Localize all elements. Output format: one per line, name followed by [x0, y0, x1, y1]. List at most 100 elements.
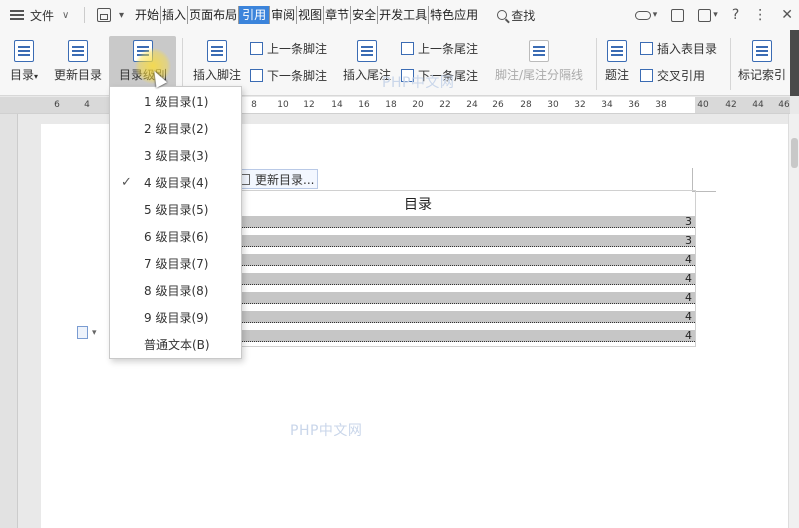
vertical-scrollbar[interactable]	[788, 114, 799, 528]
menu-bar: 文件 ∨ ▾ 开始 插入 页面布局 引用 审阅 视图 章节 安全 开发工具 特色…	[0, 0, 799, 30]
menu-item-level-7[interactable]: 7 级目录(7)	[110, 251, 241, 277]
update-toc-inline-button[interactable]: 更新目录...	[234, 169, 318, 189]
menu-item-level-2[interactable]: 2 级目录(2)	[110, 116, 241, 142]
table-of-contents[interactable]: 目录 3 3 4 4 4 4 4	[232, 190, 696, 347]
toc-entry[interactable]: 3	[241, 234, 695, 247]
ruler-tick: 12	[303, 100, 315, 110]
toc-page-number: 4	[685, 272, 692, 285]
ruler-tick: 26	[492, 100, 504, 110]
divider	[596, 38, 597, 90]
toc-level-menu: 1 级目录(1) 2 级目录(2) 3 级目录(3) ✓ 4 级目录(4) 5 …	[109, 86, 242, 359]
tab-references[interactable]: 引用	[239, 6, 271, 24]
divider	[84, 7, 85, 23]
tab-home[interactable]: 开始	[134, 6, 162, 24]
next-footnote-label: 下一条脚注	[267, 69, 328, 83]
help-icon[interactable]: ?	[732, 7, 739, 23]
menu-item-level-9[interactable]: 9 级目录(9)	[110, 305, 241, 331]
footnote-icon	[207, 40, 227, 62]
menu-item-level-6[interactable]: 6 级目录(6)	[110, 224, 241, 250]
cloud-icon[interactable]	[634, 10, 651, 20]
caption-label: 题注	[604, 68, 629, 82]
toc-label: 目录	[9, 68, 34, 82]
menu-item-plain-text[interactable]: 普通文本(B)	[110, 332, 241, 358]
ruler-tick: 40	[697, 100, 709, 110]
toc-entry[interactable]: 4	[241, 310, 695, 323]
paragraph-options[interactable]: ▾	[77, 326, 97, 339]
tab-page-layout[interactable]: 页面布局	[188, 6, 240, 24]
tab-review[interactable]: 审阅	[270, 6, 298, 24]
menu-item-level-4[interactable]: ✓ 4 级目录(4)	[110, 170, 241, 196]
insert-table-of-figures-button[interactable]: 插入表目录	[640, 40, 717, 57]
prev-endnote-label: 上一条尾注	[418, 42, 479, 56]
ruler-tick: 20	[412, 100, 424, 110]
cross-reference-icon	[640, 69, 653, 82]
mark-index-button[interactable]: 标记索引	[736, 40, 788, 83]
quick-access-dropdown-icon[interactable]: ▾	[119, 10, 124, 21]
checkmark-icon: ✓	[121, 175, 132, 190]
prev-footnote-icon	[250, 42, 263, 55]
tab-special-apps[interactable]: 特色应用	[429, 6, 479, 24]
tab-section[interactable]: 章节	[324, 6, 352, 24]
ruler-tick: 46	[778, 100, 790, 110]
tab-view[interactable]: 视图	[297, 6, 325, 24]
toc-entry[interactable]: 4	[241, 329, 695, 342]
menu-item-level-5[interactable]: 5 级目录(5)	[110, 197, 241, 223]
toc-page-number: 4	[685, 291, 692, 304]
ruler-tick: 18	[385, 100, 397, 110]
export-icon[interactable]	[698, 8, 712, 22]
toc-entry[interactable]: 3	[241, 215, 695, 228]
ruler-tick: 36	[628, 100, 640, 110]
toc-button[interactable]: 目录▾	[6, 40, 42, 83]
file-menu[interactable]: 文件 ∨	[0, 0, 82, 30]
tab-security[interactable]: 安全	[351, 6, 379, 24]
ruler-tick: 6	[54, 100, 60, 110]
separator-icon	[529, 40, 549, 62]
scrollbar-thumb[interactable]	[791, 138, 798, 168]
watermark: PHP中文网	[382, 75, 455, 91]
prev-footnote-button[interactable]: 上一条脚注	[250, 40, 327, 57]
margin-marker	[692, 168, 716, 192]
menu-item-level-1[interactable]: 1 级目录(1)	[110, 89, 241, 115]
ruler-tick: 14	[331, 100, 343, 110]
toc-entry[interactable]: 4	[241, 291, 695, 304]
share-icon[interactable]	[671, 8, 685, 22]
document-icon	[77, 326, 88, 339]
tab-developer[interactable]: 开发工具	[378, 6, 430, 24]
toc-entry[interactable]: 4	[241, 272, 695, 285]
mark-index-icon	[752, 40, 772, 62]
tab-insert[interactable]: 插入	[161, 6, 189, 24]
search-label: 查找	[511, 8, 536, 23]
next-footnote-button[interactable]: 下一条脚注	[250, 67, 327, 84]
update-toc-button[interactable]: 更新目录	[52, 40, 104, 83]
ruler-tick: 4	[84, 100, 90, 110]
toc-icon	[14, 40, 34, 62]
cross-reference-button[interactable]: 交叉引用	[640, 67, 705, 84]
close-icon[interactable]: ✕	[781, 7, 793, 23]
menu-item-level-8[interactable]: 8 级目录(8)	[110, 278, 241, 304]
prev-endnote-button[interactable]: 上一条尾注	[401, 40, 478, 57]
ruler-tick: 10	[277, 100, 289, 110]
vertical-ruler[interactable]	[0, 114, 18, 528]
chevron-down-icon[interactable]: ▾	[653, 10, 658, 20]
caption-icon	[607, 40, 627, 62]
ruler-tick: 30	[547, 100, 559, 110]
insert-footnote-button[interactable]: 插入脚注	[190, 40, 244, 83]
ruler-tick: 16	[358, 100, 370, 110]
ribbon-scrollbar[interactable]	[790, 30, 799, 96]
footnote-separator-button[interactable]: 脚注/尾注分隔线	[492, 40, 586, 83]
toc-page-number: 4	[685, 253, 692, 266]
more-icon[interactable]: ⋮	[753, 7, 767, 23]
insert-footnote-label: 插入脚注	[192, 68, 241, 82]
search-button[interactable]: 查找	[497, 7, 535, 24]
save-icon[interactable]	[97, 8, 111, 22]
menu-item-level-3[interactable]: 3 级目录(3)	[110, 143, 241, 169]
chevron-down-icon[interactable]: ▾	[713, 10, 718, 20]
ruler-tick: 24	[466, 100, 478, 110]
divider	[730, 38, 731, 90]
endnote-icon	[357, 40, 377, 62]
toc-entry[interactable]: 4	[241, 253, 695, 266]
caption-button[interactable]: 题注	[602, 40, 632, 83]
update-toc-label: 更新目录	[53, 68, 102, 82]
insert-table-of-figures-label: 插入表目录	[657, 42, 718, 56]
refresh-document-icon	[68, 40, 88, 62]
